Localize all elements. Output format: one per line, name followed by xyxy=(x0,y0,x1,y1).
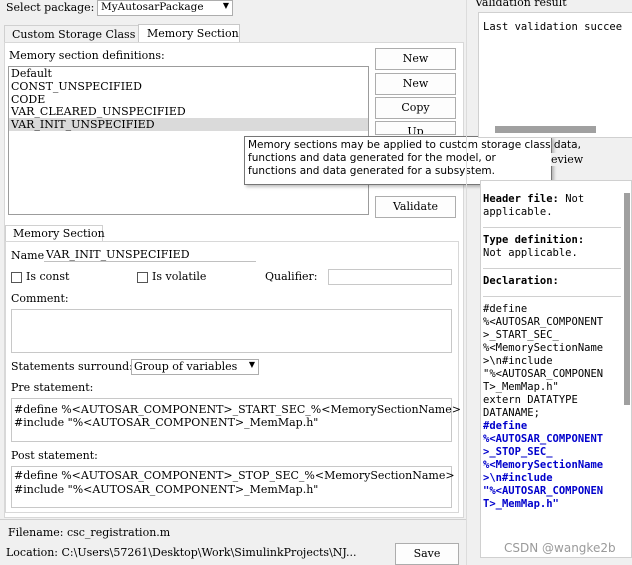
package-select-value: MyAutosarPackage xyxy=(101,1,204,13)
preview-divider xyxy=(483,268,621,269)
location-label: Location: C:\Users\57261\Desktop\Work\Si… xyxy=(6,546,357,559)
type-definition-value: Not applicable. xyxy=(483,247,578,259)
name-label: Name: xyxy=(11,249,48,262)
preview-divider xyxy=(483,296,621,297)
list-item-label: VAR_INIT_UNSPECIFIED xyxy=(11,118,155,131)
declaration-line: #define xyxy=(483,303,528,315)
chevron-down-icon: ▼ xyxy=(222,1,229,10)
declaration-line: %<AUTOSAR_COMPONENT xyxy=(483,316,604,328)
tooltip-line: functions and data generated for a subsy… xyxy=(248,165,495,177)
declaration-line: T>_MemMap.h" xyxy=(483,381,559,393)
declaration-line-bold: T>_MemMap.h" xyxy=(483,498,559,510)
is-const-label: Is const xyxy=(26,270,70,283)
declaration-line-bold: %<MemorySectionName xyxy=(483,459,604,471)
qualifier-field[interactable] xyxy=(328,269,452,285)
package-select[interactable]: MyAutosarPackage ▼ xyxy=(97,0,233,16)
up-button[interactable]: Up xyxy=(375,121,456,135)
statements-select[interactable]: Group of variables ▼ xyxy=(131,359,259,375)
post-statement-label: Post statement: xyxy=(11,449,98,462)
post-statement-line: #include "%<AUTOSAR_COMPONENT>_MemMap.h" xyxy=(14,483,319,496)
tooltip: Memory sections may be applied to custom… xyxy=(244,136,581,185)
type-definition-label: Type definition: xyxy=(483,234,585,246)
tooltip-line: Memory sections may be applied to custom… xyxy=(248,139,581,151)
new-reference-button[interactable]: New Reference xyxy=(375,73,456,110)
is-volatile-checkbox[interactable] xyxy=(137,272,148,283)
post-statement-line: #define %<AUTOSAR_COMPONENT>_STOP_SEC_%<… xyxy=(14,469,455,482)
declaration-line: %<MemorySectionName xyxy=(483,342,604,354)
memory-section-group-tab: Memory Section xyxy=(5,225,105,242)
list-item-selected[interactable]: VAR_INIT_UNSPECIFIED xyxy=(9,118,368,131)
header-file-label: Header file: xyxy=(483,193,559,205)
horizontal-scrollbar-thumb[interactable] xyxy=(495,126,596,133)
preview-content: Header file: Not applicable. Type defini… xyxy=(483,193,621,511)
list-item[interactable]: Default xyxy=(11,67,52,81)
declaration-line: >_START_SEC_ xyxy=(483,329,559,341)
declaration-line-bold: "%<AUTOSAR_COMPONEN xyxy=(483,485,604,497)
declaration-line-bold: >\n#include xyxy=(483,472,553,484)
post-statement-field[interactable]: #define %<AUTOSAR_COMPONENT>_STOP_SEC_%<… xyxy=(11,466,455,508)
validation-text: Last validation succee xyxy=(483,21,623,33)
pre-statement-field[interactable]: #define %<AUTOSAR_COMPONENT>_START_SEC_%… xyxy=(11,398,461,442)
preview-title: eview xyxy=(551,153,584,166)
comment-label: Comment: xyxy=(11,292,69,305)
statements-select-value: Group of variables xyxy=(134,360,238,373)
name-field-value: VAR_INIT_UNSPECIFIED xyxy=(46,248,190,261)
qualifier-label: Qualifier: xyxy=(265,270,318,283)
statements-label: Statements surround: xyxy=(11,360,133,373)
group-title: Memory Section xyxy=(13,227,105,240)
vertical-scrollbar-thumb[interactable] xyxy=(624,193,630,405)
tab-custom-storage-class[interactable]: Custom Storage Class xyxy=(4,25,139,43)
footer-divider xyxy=(0,519,466,520)
declaration-line: extern DATATYPE xyxy=(483,394,578,406)
tab-label: Memory Section xyxy=(147,27,239,40)
comment-field[interactable] xyxy=(11,309,452,353)
watermark: CSDN @wangke2b xyxy=(504,541,616,555)
validation-panel: Last validation succee xyxy=(478,12,632,138)
preview-divider xyxy=(483,227,621,228)
save-button[interactable]: Save xyxy=(395,543,459,565)
preview-panel: Header file: Not applicable. Type defini… xyxy=(480,180,632,558)
list-item[interactable]: CONST_UNSPECIFIED xyxy=(11,80,142,94)
chevron-down-icon: ▼ xyxy=(248,360,255,369)
tab-label: Custom Storage Class xyxy=(12,28,136,41)
pre-statement-line: #include "%<AUTOSAR_COMPONENT>_MemMap.h" xyxy=(14,416,319,429)
pre-statement-line: #define %<AUTOSAR_COMPONENT>_START_SEC_%… xyxy=(14,403,461,416)
declaration-line-bold: #define xyxy=(483,420,528,432)
definitions-label: Memory section definitions: xyxy=(9,49,165,62)
declaration-line-bold: >_STOP_SEC_ xyxy=(483,446,553,458)
package-label: Select package: xyxy=(6,1,95,14)
panel-splitter[interactable] xyxy=(466,0,467,565)
declaration-line: DATANAME; xyxy=(483,407,540,419)
declaration-line: >\n#include xyxy=(483,355,553,367)
declaration-line-bold: %<AUTOSAR_COMPONENT xyxy=(483,433,604,445)
copy-button[interactable]: Copy xyxy=(375,97,456,119)
declaration-line: "%<AUTOSAR_COMPONEN xyxy=(483,368,604,380)
name-field[interactable]: VAR_INIT_UNSPECIFIED xyxy=(44,247,256,262)
is-volatile-label: Is volatile xyxy=(152,270,207,283)
pre-statement-label: Pre statement: xyxy=(11,381,94,394)
tab-memory-section[interactable]: Memory Section xyxy=(138,24,240,43)
is-const-checkbox[interactable] xyxy=(11,272,22,283)
tooltip-line: functions and data generated for the mod… xyxy=(248,152,496,164)
validate-button[interactable]: Validate xyxy=(375,196,456,218)
declaration-label: Declaration: xyxy=(483,275,559,287)
list-item[interactable]: VAR_CLEARED_UNSPECIFIED xyxy=(11,105,186,119)
new-button[interactable]: New xyxy=(375,48,456,70)
validation-title: Validation result xyxy=(475,0,567,9)
filename-label: Filename: csc_registration.m xyxy=(8,526,171,539)
